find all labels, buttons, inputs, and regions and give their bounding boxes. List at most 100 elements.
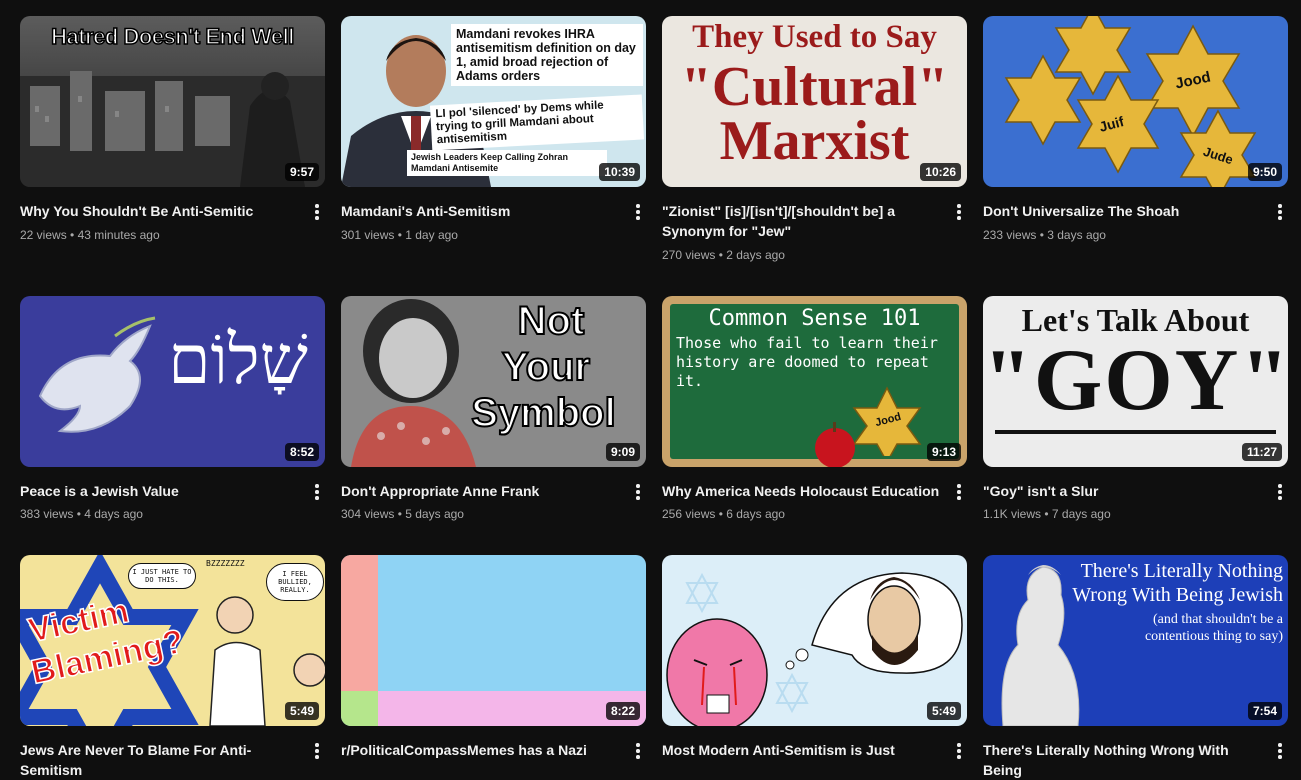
thumbnail-overlay-text: There's Literally Nothing Wrong With Bei…: [1072, 560, 1283, 606]
video-card[interactable]: Hatred Doesn't End Well 9:57 Why You Sho…: [20, 16, 325, 242]
view-count: 1.1K views: [983, 507, 1042, 521]
upload-age: 43 minutes ago: [77, 228, 160, 242]
more-options-icon[interactable]: [307, 741, 327, 761]
video-meta: 301 views • 1 day ago: [341, 228, 458, 242]
video-card[interactable]: שָׁלוֹם 8:52 Peace is a Jewish Value 383…: [20, 296, 325, 521]
video-duration: 9:50: [1247, 163, 1282, 181]
video-card[interactable]: Victim Blaming? I JUST HATE TO DO THIS. …: [20, 555, 325, 778]
video-duration: 10:26: [920, 163, 961, 181]
upload-age: 4 days ago: [84, 507, 143, 521]
more-options-icon[interactable]: [628, 202, 648, 222]
view-count: 233 views: [983, 228, 1037, 242]
video-title[interactable]: Peace is a Jewish Value: [20, 481, 300, 501]
video-thumbnail[interactable]: Common Sense 101 Those who fail to learn…: [662, 296, 967, 467]
video-card[interactable]: 8:22 r/PoliticalCompassMemes has a Nazi: [341, 555, 646, 759]
video-meta: 304 views • 5 days ago: [341, 507, 464, 521]
video-meta: 383 views • 4 days ago: [20, 507, 143, 521]
thumbnail-overlay-text: "GOY": [983, 332, 1288, 429]
video-thumbnail[interactable]: Mamdani revokes IHRA antisemitism defini…: [341, 16, 646, 187]
video-thumbnail[interactable]: 5:49: [662, 555, 967, 726]
underline: [995, 430, 1276, 434]
more-options-icon[interactable]: [949, 482, 969, 502]
more-options-icon[interactable]: [1270, 741, 1290, 761]
headline-card: Mamdani revokes IHRA antisemitism defini…: [451, 24, 643, 86]
video-title[interactable]: Don't Appropriate Anne Frank: [341, 481, 621, 501]
chalkboard-heading: Common Sense 101: [708, 306, 921, 331]
thumbnail-overlay-text: (and that shouldn't be a contentious thi…: [1144, 612, 1283, 644]
upload-age: 2 days ago: [726, 248, 785, 262]
video-duration: 5:49: [926, 702, 961, 720]
wojak-meme-image: [666, 572, 963, 726]
video-title[interactable]: Why America Needs Holocaust Education: [662, 481, 942, 501]
video-title[interactable]: "Goy" isn't a Slur: [983, 481, 1263, 501]
thumbnail-overlay-text: Hatred Doesn't End Well: [50, 23, 295, 50]
video-duration: 10:39: [599, 163, 640, 181]
video-duration: 9:57: [284, 163, 319, 181]
more-options-icon[interactable]: [628, 482, 648, 502]
more-options-icon[interactable]: [1270, 202, 1290, 222]
more-options-icon[interactable]: [628, 741, 648, 761]
quadrant-authleft: [341, 555, 378, 691]
video-thumbnail[interactable]: 8:22: [341, 555, 646, 726]
thumbnail-overlay-text: Not: [517, 298, 586, 344]
view-count: 301 views: [341, 228, 395, 242]
video-meta: 22 views • 43 minutes ago: [20, 228, 160, 242]
video-title[interactable]: There's Literally Nothing Wrong With Bei…: [983, 740, 1263, 780]
video-meta: 256 views • 6 days ago: [662, 507, 785, 521]
video-duration: 8:22: [605, 702, 640, 720]
video-title[interactable]: Mamdani's Anti-Semitism: [341, 201, 621, 221]
video-title[interactable]: Jews Are Never To Blame For Anti-Semitis…: [20, 740, 300, 780]
video-card[interactable]: Let's Talk About "GOY" 11:27 "Goy" isn't…: [983, 296, 1288, 521]
upload-age: 6 days ago: [726, 507, 785, 521]
video-duration: 9:09: [605, 443, 640, 461]
video-thumbnail[interactable]: Hatred Doesn't End Well 9:57: [20, 16, 325, 187]
video-thumbnail[interactable]: They Used to Say "Cultural" Marxist 10:2…: [662, 16, 967, 187]
video-title[interactable]: r/PoliticalCompassMemes has a Nazi: [341, 740, 621, 760]
video-duration: 11:27: [1241, 443, 1282, 461]
video-duration: 5:49: [284, 702, 319, 720]
video-card[interactable]: There's Literally Nothing Wrong With Bei…: [983, 555, 1288, 778]
quadrant-libleft: [341, 691, 378, 726]
video-duration: 7:54: [1247, 702, 1282, 720]
thumbnail-overlay-text: Symbol: [470, 390, 616, 436]
upload-age: 7 days ago: [1051, 507, 1111, 521]
video-meta: 1.1K views • 7 days ago: [983, 507, 1111, 521]
view-count: 270 views: [662, 248, 716, 262]
video-duration: 8:52: [284, 443, 319, 461]
video-thumbnail[interactable]: שָׁלוֹם 8:52: [20, 296, 325, 467]
video-title[interactable]: Most Modern Anti-Semitism is Just: [662, 740, 942, 760]
chalkboard-text: Those who fail to learn their history ar…: [676, 334, 938, 390]
more-options-icon[interactable]: [307, 202, 327, 222]
video-card[interactable]: Mamdani revokes IHRA antisemitism defini…: [341, 16, 646, 242]
video-meta: 233 views • 3 days ago: [983, 228, 1106, 242]
upload-age: 5 days ago: [405, 507, 464, 521]
video-thumbnail[interactable]: Jood Juif Jude 9:50: [983, 16, 1288, 187]
view-count: 22 views: [20, 228, 67, 242]
video-title[interactable]: Don't Universalize The Shoah: [983, 201, 1263, 221]
video-card[interactable]: Jood Juif Jude 9:50 Don't Universalize T…: [983, 16, 1288, 242]
video-card[interactable]: Not Your Symbol 9:09 Don't Appropriate A…: [341, 296, 646, 521]
thumbnail-overlay-text: Marxist: [719, 110, 910, 172]
video-thumbnail[interactable]: Not Your Symbol 9:09: [341, 296, 646, 467]
video-thumbnail[interactable]: There's Literally Nothing Wrong With Bei…: [983, 555, 1288, 726]
thumbnail-overlay-text: Your: [501, 344, 591, 390]
video-duration: 9:13: [926, 443, 961, 461]
video-card[interactable]: 5:49 Most Modern Anti-Semitism is Just: [662, 555, 967, 759]
sound-effect-text: BZZZZZZZ: [206, 559, 245, 568]
thumbnail-overlay-text: "Cultural": [680, 56, 949, 118]
video-card[interactable]: Common Sense 101 Those who fail to learn…: [662, 296, 967, 521]
more-options-icon[interactable]: [949, 202, 969, 222]
video-card[interactable]: They Used to Say "Cultural" Marxist 10:2…: [662, 16, 967, 262]
upload-age: 1 day ago: [405, 228, 458, 242]
video-thumbnail[interactable]: Let's Talk About "GOY" 11:27: [983, 296, 1288, 467]
headline-card: Jewish Leaders Keep Calling Zohran Mamda…: [407, 150, 607, 176]
video-thumbnail[interactable]: Victim Blaming? I JUST HATE TO DO THIS. …: [20, 555, 325, 726]
more-options-icon[interactable]: [307, 482, 327, 502]
video-title[interactable]: "Zionist" [is]/[isn't]/[shouldn't be] a …: [662, 201, 942, 241]
view-count: 256 views: [662, 507, 716, 521]
apple-icon: [815, 422, 855, 467]
more-options-icon[interactable]: [949, 741, 969, 761]
video-title[interactable]: Why You Shouldn't Be Anti-Semitic: [20, 201, 300, 221]
more-options-icon[interactable]: [1270, 482, 1290, 502]
hebrew-text: שָׁלוֹם: [168, 321, 308, 400]
